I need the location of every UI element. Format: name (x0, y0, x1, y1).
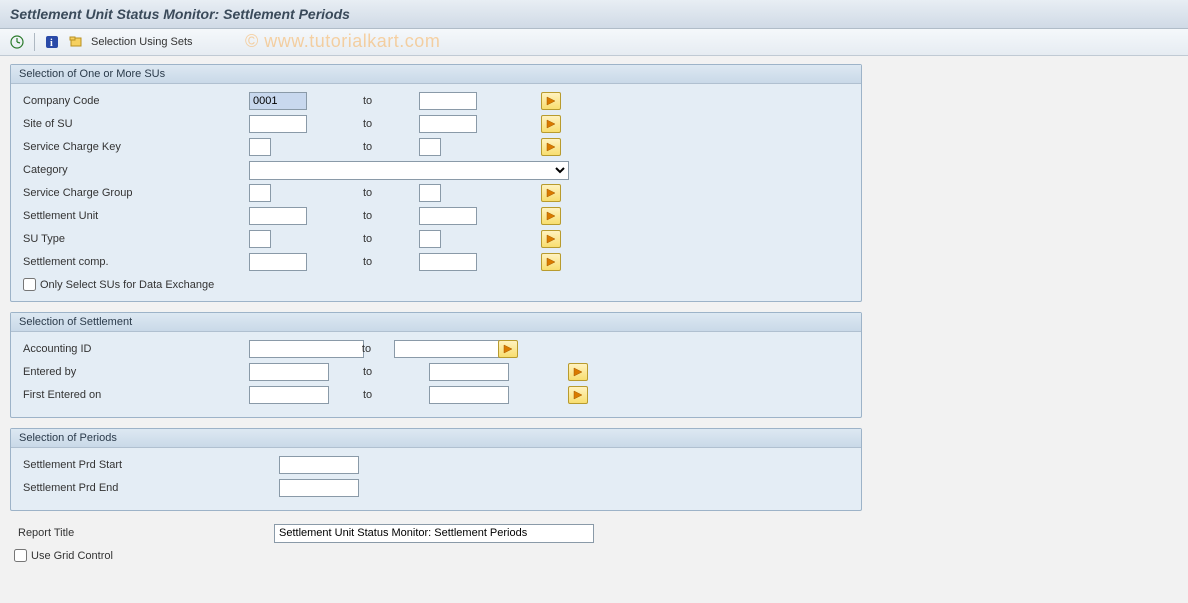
accounting-id-to-input[interactable] (394, 340, 509, 358)
first-entered-to-input[interactable] (429, 386, 509, 404)
site-of-su-label: Site of SU (19, 118, 249, 130)
to-label: to (339, 233, 419, 245)
settlement-unit-to-input[interactable] (419, 207, 477, 225)
only-select-sus-checkbox[interactable] (23, 278, 36, 291)
first-entered-from-input[interactable] (249, 386, 329, 404)
execute-icon[interactable] (8, 33, 26, 51)
use-grid-control-label: Use Grid Control (31, 550, 113, 562)
service-group-from-input[interactable] (249, 184, 271, 202)
entered-by-to-input[interactable] (429, 363, 509, 381)
settlement-unit-label: Settlement Unit (19, 210, 249, 222)
company-code-to-input[interactable] (419, 92, 477, 110)
service-charge-group-label: Service Charge Group (19, 187, 249, 199)
content-area: Selection of One or More SUs Company Cod… (0, 56, 872, 570)
settlement-prd-end-label: Settlement Prd End (19, 482, 279, 494)
category-select[interactable] (249, 161, 569, 180)
su-type-from-input[interactable] (249, 230, 271, 248)
first-entered-on-label: First Entered on (19, 389, 249, 401)
multi-select-button[interactable] (568, 363, 588, 381)
multi-select-button[interactable] (541, 230, 561, 248)
multi-select-button[interactable] (541, 207, 561, 225)
selection-using-sets-button[interactable]: Selection Using Sets (91, 36, 193, 48)
to-label: to (339, 389, 429, 401)
multi-select-button[interactable] (541, 115, 561, 133)
site-of-su-from-input[interactable] (249, 115, 307, 133)
group-header: Selection of Settlement (11, 313, 861, 332)
settlement-prd-start-input[interactable] (279, 456, 359, 474)
info-icon[interactable]: i (43, 33, 61, 51)
toolbar: i Selection Using Sets © www.tutorialkar… (0, 29, 1188, 56)
service-group-to-input[interactable] (419, 184, 441, 202)
su-type-to-input[interactable] (419, 230, 441, 248)
to-label: to (339, 210, 419, 222)
settlement-comp-from-input[interactable] (249, 253, 307, 271)
settlement-comp-to-input[interactable] (419, 253, 477, 271)
multi-select-button[interactable] (541, 253, 561, 271)
to-label: to (339, 118, 419, 130)
to-label: to (339, 256, 419, 268)
multi-select-button[interactable] (498, 340, 518, 358)
watermark: © www.tutorialkart.com (245, 31, 440, 52)
entered-by-label: Entered by (19, 366, 249, 378)
site-of-su-to-input[interactable] (419, 115, 477, 133)
to-label: to (339, 343, 394, 355)
multi-select-button[interactable] (541, 184, 561, 202)
page-title: Settlement Unit Status Monitor: Settleme… (0, 0, 1188, 29)
to-label: to (339, 187, 419, 199)
group-selection-settlement: Selection of Settlement Accounting ID to… (10, 312, 862, 418)
company-code-label: Company Code (19, 95, 249, 107)
settlement-comp-label: Settlement comp. (19, 256, 249, 268)
settlement-prd-end-input[interactable] (279, 479, 359, 497)
multi-select-button[interactable] (568, 386, 588, 404)
report-title-input[interactable] (274, 524, 594, 543)
to-label: to (339, 95, 419, 107)
su-type-label: SU Type (19, 233, 249, 245)
service-charge-key-label: Service Charge Key (19, 141, 249, 153)
to-label: to (339, 141, 419, 153)
multi-select-button[interactable] (541, 92, 561, 110)
service-key-to-input[interactable] (419, 138, 441, 156)
to-label: to (339, 366, 429, 378)
group-header: Selection of One or More SUs (11, 65, 861, 84)
group-header: Selection of Periods (11, 429, 861, 448)
settlement-prd-start-label: Settlement Prd Start (19, 459, 279, 471)
settlement-unit-from-input[interactable] (249, 207, 307, 225)
group-selection-sus: Selection of One or More SUs Company Cod… (10, 64, 862, 302)
accounting-id-label: Accounting ID (19, 343, 249, 355)
category-label: Category (19, 164, 249, 176)
service-key-from-input[interactable] (249, 138, 271, 156)
toolbar-separator (34, 33, 35, 51)
report-title-label: Report Title (14, 527, 274, 539)
entered-by-from-input[interactable] (249, 363, 329, 381)
variant-icon[interactable] (67, 33, 85, 51)
use-grid-control-checkbox[interactable] (14, 549, 27, 562)
multi-select-button[interactable] (541, 138, 561, 156)
only-select-sus-label: Only Select SUs for Data Exchange (40, 279, 214, 291)
svg-text:i: i (50, 38, 53, 49)
group-selection-periods: Selection of Periods Settlement Prd Star… (10, 428, 862, 511)
company-code-from-input[interactable] (249, 92, 307, 110)
